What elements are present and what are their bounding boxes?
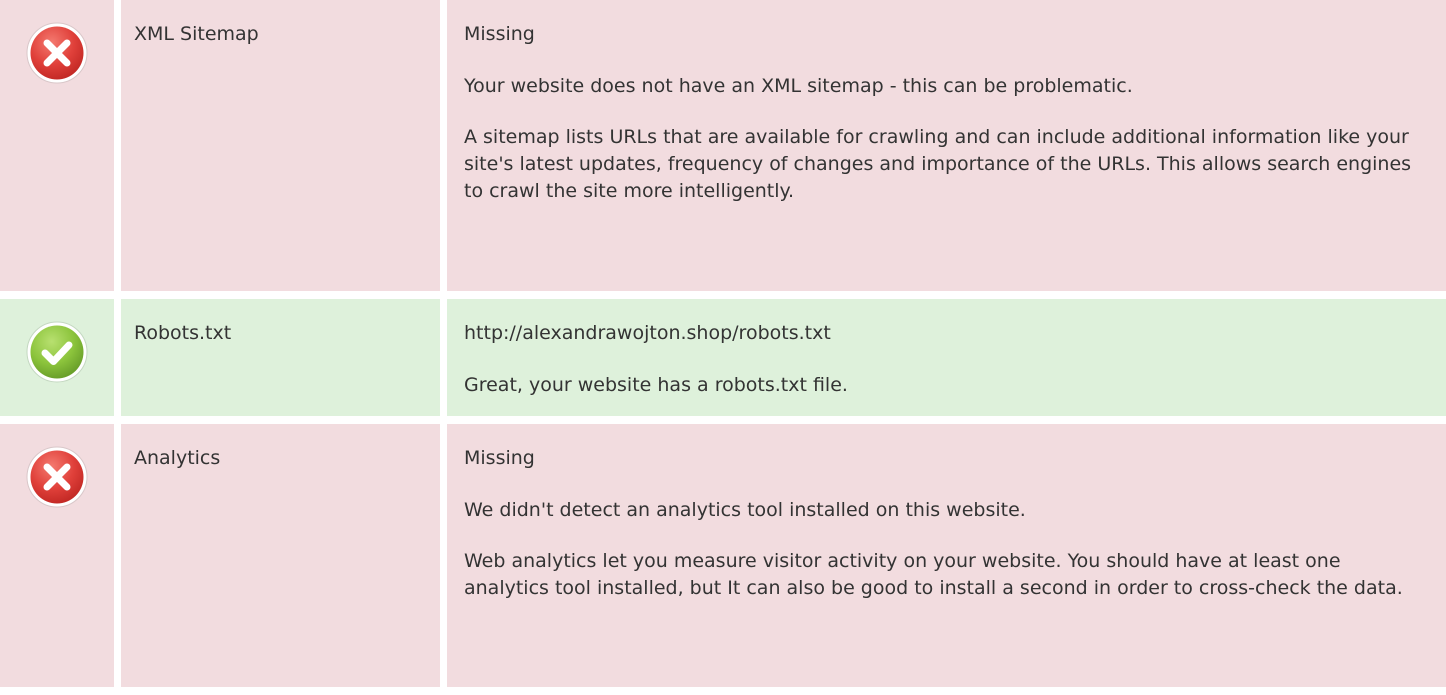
check-name: XML Sitemap — [121, 0, 440, 291]
seo-report-table: XML Sitemap Missing Your website does no… — [0, 0, 1446, 687]
status-cell — [0, 0, 114, 291]
check-detail: Missing We didn't detect an analytics to… — [447, 424, 1446, 687]
error-x-icon — [26, 446, 88, 508]
check-detail: Missing Your website does not have an XM… — [447, 0, 1446, 291]
check-explanation: Web analytics let you measure visitor ac… — [464, 550, 1403, 599]
check-name: Analytics — [121, 424, 440, 687]
report-row-xml-sitemap: XML Sitemap Missing Your website does no… — [0, 0, 1446, 291]
check-description: Great, your website has a robots.txt fil… — [464, 374, 848, 396]
check-explanation: A sitemap lists URLs that are available … — [464, 126, 1412, 202]
check-result: http://alexandrawojton.shop/robots.txt — [464, 322, 831, 344]
report-row-analytics: Analytics Missing We didn't detect an an… — [0, 424, 1446, 687]
status-cell — [0, 299, 114, 416]
check-detail: http://alexandrawojton.shop/robots.txt G… — [447, 299, 1446, 416]
check-result: Missing — [464, 447, 535, 469]
check-description: We didn't detect an analytics tool insta… — [464, 499, 1026, 521]
report-row-robots-txt: Robots.txt http://alexandrawojton.shop/r… — [0, 299, 1446, 416]
check-result: Missing — [464, 23, 535, 45]
check-description: Your website does not have an XML sitema… — [464, 75, 1133, 97]
status-cell — [0, 424, 114, 687]
success-check-icon — [26, 321, 88, 383]
check-name: Robots.txt — [121, 299, 440, 416]
error-x-icon — [26, 22, 88, 84]
